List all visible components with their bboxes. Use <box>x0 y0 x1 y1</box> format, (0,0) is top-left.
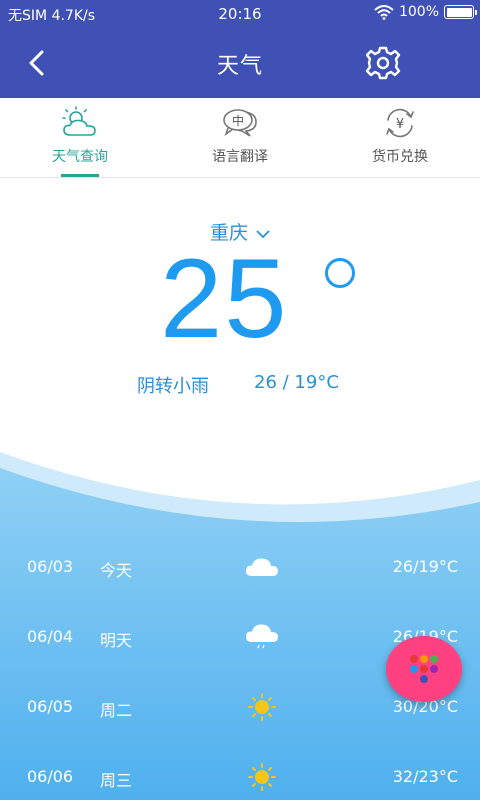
forecast-row: 06/06 周三 32/23°C <box>0 740 480 800</box>
forecast-temp: 32/23°C <box>392 767 458 786</box>
tab-label: 语言翻译 <box>212 149 268 165</box>
battery-percent: 100% <box>398 4 439 20</box>
tab-translate[interactable]: 中 语言翻译 <box>160 98 320 177</box>
currency-icon: ¥ <box>386 108 414 138</box>
gear-icon[interactable] <box>364 44 402 82</box>
forecast-date: 06/03 <box>27 557 74 576</box>
tab-weather[interactable]: 天气查询 <box>0 98 160 177</box>
tab-label: 天气查询 <box>52 149 108 165</box>
forecast-temp: 26/19°C <box>392 557 458 576</box>
page-title: 天气 <box>216 54 263 79</box>
forecast-day: 明天 <box>100 631 133 650</box>
sun-icon <box>248 693 276 721</box>
app-grid-icon <box>410 655 438 683</box>
battery-icon <box>444 5 477 19</box>
sun-icon <box>248 763 276 791</box>
svg-text:中: 中 <box>232 113 244 128</box>
forecast-date: 06/06 <box>27 767 74 786</box>
status-bar: 无SIM 4.7K/s 20:16 100% <box>0 0 480 28</box>
weather-icon <box>62 106 96 136</box>
forecast-day: 周三 <box>100 771 133 790</box>
cloud-icon <box>246 558 278 576</box>
forecast-day: 周二 <box>100 701 133 720</box>
wifi-icon <box>374 5 394 20</box>
weather-condition: 阴转小雨 <box>137 376 209 397</box>
translate-icon: 中 <box>223 109 257 137</box>
status-right: 100% <box>374 4 477 20</box>
forecast-date: 06/05 <box>27 697 74 716</box>
temperature-range: 26 / 19°C <box>254 372 339 393</box>
tab-bar: 天气查询 中 语言翻译 ¥ 货币兑换 <box>0 98 480 178</box>
forecast-day: 今天 <box>100 561 133 580</box>
tab-currency[interactable]: ¥ 货币兑换 <box>320 98 480 177</box>
degree-symbol <box>325 258 355 288</box>
current-temperature: 25 <box>160 236 289 361</box>
current-weather: 重庆 25 阴转小雨 26 / 19°C <box>0 178 480 438</box>
menu-fab-button[interactable] <box>386 636 462 702</box>
forecast-date: 06/04 <box>27 627 74 646</box>
svg-text:¥: ¥ <box>396 117 404 132</box>
tab-label: 货币兑换 <box>372 149 428 165</box>
app-bar: 天气 <box>0 28 480 98</box>
forecast-row: 06/03 今天 26/19°C <box>0 530 480 600</box>
tab-indicator <box>61 174 99 177</box>
rain-cloud-icon <box>246 624 278 649</box>
